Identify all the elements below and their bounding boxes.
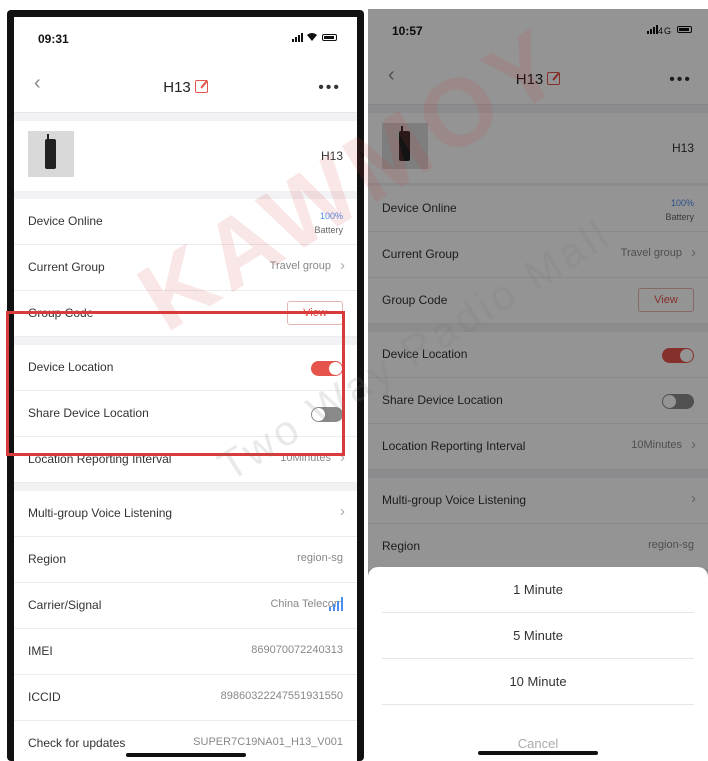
page-title: H13 (14, 79, 357, 96)
option-1-minute[interactable]: 1 Minute (382, 567, 694, 613)
battery-icon (322, 34, 337, 41)
battery-percent: 100% (319, 211, 343, 221)
row-iccid: ICCID 89860322247551931550 (14, 675, 357, 721)
current-group-value: Travel group (269, 260, 331, 272)
row-imei: IMEI 869070072240313 (14, 629, 357, 675)
edit-icon[interactable] (194, 80, 208, 93)
device-name: H13 (320, 149, 343, 163)
toggle-knob (329, 362, 342, 375)
row-device-location: Device Location (14, 345, 357, 391)
status-bar: 09:31 (14, 17, 357, 57)
row-label: Device Location (28, 360, 114, 374)
row-current-group[interactable]: Current Group Travel group › (14, 245, 357, 291)
row-label: Current Group (28, 260, 105, 274)
cell-signal-icon (292, 33, 303, 42)
row-label: IMEI (28, 644, 53, 658)
home-indicator (478, 751, 598, 755)
row-multi-group[interactable]: Multi-group Voice Listening › (14, 491, 357, 537)
chevron-right-icon: › (340, 449, 345, 466)
wifi-icon (307, 33, 317, 41)
chevron-right-icon: › (340, 503, 345, 520)
row-region: Region region-sg (14, 537, 357, 583)
view-button[interactable]: View (287, 301, 343, 325)
device-image (28, 131, 74, 177)
row-share-location: Share Device Location (14, 391, 357, 437)
row-label: Location Reporting Interval (28, 452, 172, 466)
device-card: H13 (14, 121, 357, 191)
cancel-button[interactable]: Cancel (382, 721, 694, 761)
right-screen: 10:57 4G ‹ H13 ••• H13 Device Online 100… (368, 9, 708, 761)
more-icon[interactable]: ••• (318, 79, 341, 97)
report-interval-value: 10Minutes (280, 452, 331, 464)
device-location-toggle[interactable] (311, 361, 343, 376)
row-label: Region (28, 552, 67, 566)
signal-strength-icon (329, 597, 343, 611)
region-value: region-sg (297, 552, 343, 564)
nav-bar: ‹ H13 ••• (14, 57, 357, 113)
home-indicator (125, 753, 246, 757)
row-label: ICCID (28, 690, 61, 704)
row-group-code: Group Code View (14, 291, 357, 337)
status-time: 09:31 (38, 32, 69, 46)
battery-status: 100% Battery (314, 209, 343, 237)
chevron-right-icon: › (340, 257, 345, 274)
left-phone-frame: 09:31 ‹ H13 ••• H13 Device Online 100% B… (7, 10, 364, 761)
interval-action-sheet: 1 Minute 5 Minute 10 Minute Cancel (368, 567, 708, 761)
row-label: Multi-group Voice Listening (28, 506, 173, 520)
row-label: Check for updates (28, 736, 126, 750)
left-screen: 09:31 ‹ H13 ••• H13 Device Online 100% B… (14, 17, 357, 761)
option-10-minute[interactable]: 10 Minute (382, 659, 694, 705)
screenshot-canvas: 09:31 ‹ H13 ••• H13 Device Online 100% B… (0, 0, 708, 761)
imei-value: 869070072240313 (251, 644, 343, 656)
battery-label: Battery (314, 225, 343, 235)
iccid-value: 89860322247551931550 (220, 690, 343, 702)
option-5-minute[interactable]: 5 Minute (382, 613, 694, 659)
row-label: Carrier/Signal (28, 598, 102, 612)
row-carrier: Carrier/Signal China Telecom (14, 583, 357, 629)
firmware-version-value: SUPER7C19NA01_H13_V001 (193, 736, 343, 748)
share-location-toggle[interactable] (311, 407, 343, 422)
toggle-knob (312, 408, 325, 421)
row-device-online: Device Online 100% Battery (14, 199, 357, 245)
row-label: Group Code (28, 306, 94, 320)
row-label: Share Device Location (28, 406, 149, 420)
page-title-text: H13 (163, 79, 191, 96)
row-report-interval[interactable]: Location Reporting Interval 10Minutes › (14, 437, 357, 483)
row-label: Device Online (28, 214, 103, 228)
